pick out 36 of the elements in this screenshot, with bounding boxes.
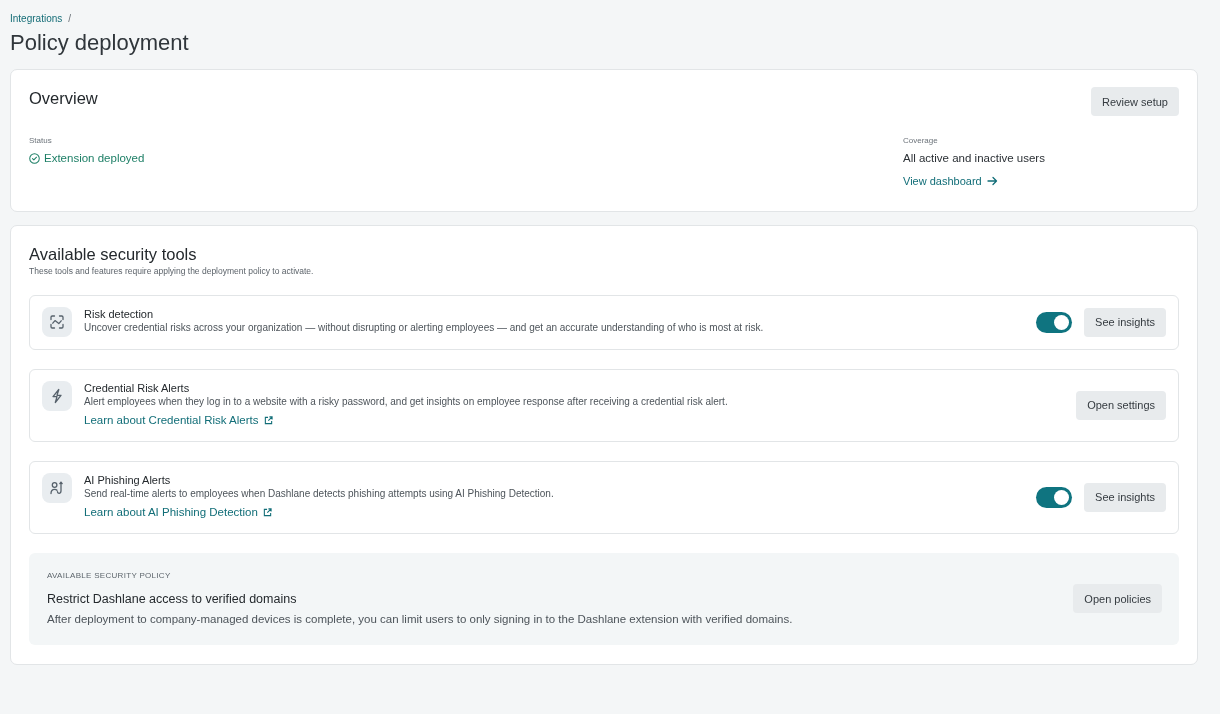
card-subtitle: These tools and features require applying the deployment policy to activate. [29, 265, 315, 277]
learn-more-link[interactable]: Learn about Credential Risk Alerts [84, 411, 273, 429]
policy-description: After deployment to company-managed devices is complete, you can limit users to only signing in to the Dashlane extension with verified domains. [47, 612, 793, 627]
check-circle-icon [29, 152, 40, 164]
external-link-icon [262, 507, 272, 517]
card-title: Available security tools [29, 244, 198, 265]
status-value: Extension deployed [44, 151, 145, 166]
tool-description: Send real-time alerts to employees when Dashlane detects phishing attempts using AI Phishing Detection. [84, 487, 554, 501]
card-title: Overview [29, 88, 98, 109]
breadcrumb-link[interactable]: Integrations [10, 12, 63, 24]
view-dashboard-link[interactable]: View dashboard [903, 172, 998, 190]
learn-more-link[interactable]: Learn about AI Phishing Detection [84, 503, 272, 521]
lightning-icon [42, 381, 72, 411]
tool-action-button[interactable]: See insights [1084, 307, 1166, 337]
tool-title: Credential Risk Alerts [84, 381, 191, 395]
tool-action-button[interactable]: See insights [1084, 482, 1166, 512]
page-title: Policy deployment [10, 29, 190, 57]
external-link-icon [263, 415, 273, 425]
tool-description: Alert employees when they log in to a website with a risky password, and get insights on employee response after receiving a credential risk alert. [84, 395, 728, 409]
tool-title: Risk detection [84, 307, 155, 321]
tool-description: Uncover credential risks across your organization — without disrupting or alerting employees — and get an accurate understanding of who is most at risk. [84, 321, 764, 335]
breadcrumb-separator: / [68, 12, 72, 24]
open-policies-button[interactable]: Open policies [1073, 584, 1162, 613]
policy-eyebrow: AVAILABLE SECURITY POLICY [47, 570, 172, 582]
scan-icon [42, 307, 72, 337]
coverage-label: Coverage [903, 135, 939, 147]
arrow-right-icon [986, 176, 998, 186]
status-label: Status [29, 135, 53, 147]
coverage-value: All active and inactive users [903, 151, 1045, 166]
toggle-switch[interactable] [1036, 486, 1073, 508]
person-hook-icon [42, 473, 72, 503]
tool-action-button[interactable]: Open settings [1076, 390, 1166, 420]
tool-title: AI Phishing Alerts [84, 473, 172, 487]
policy-title: Restrict Dashlane access to verified domains [47, 591, 298, 607]
review-setup-button[interactable]: Review setup [1090, 87, 1179, 116]
toggle-switch[interactable] [1036, 311, 1073, 333]
